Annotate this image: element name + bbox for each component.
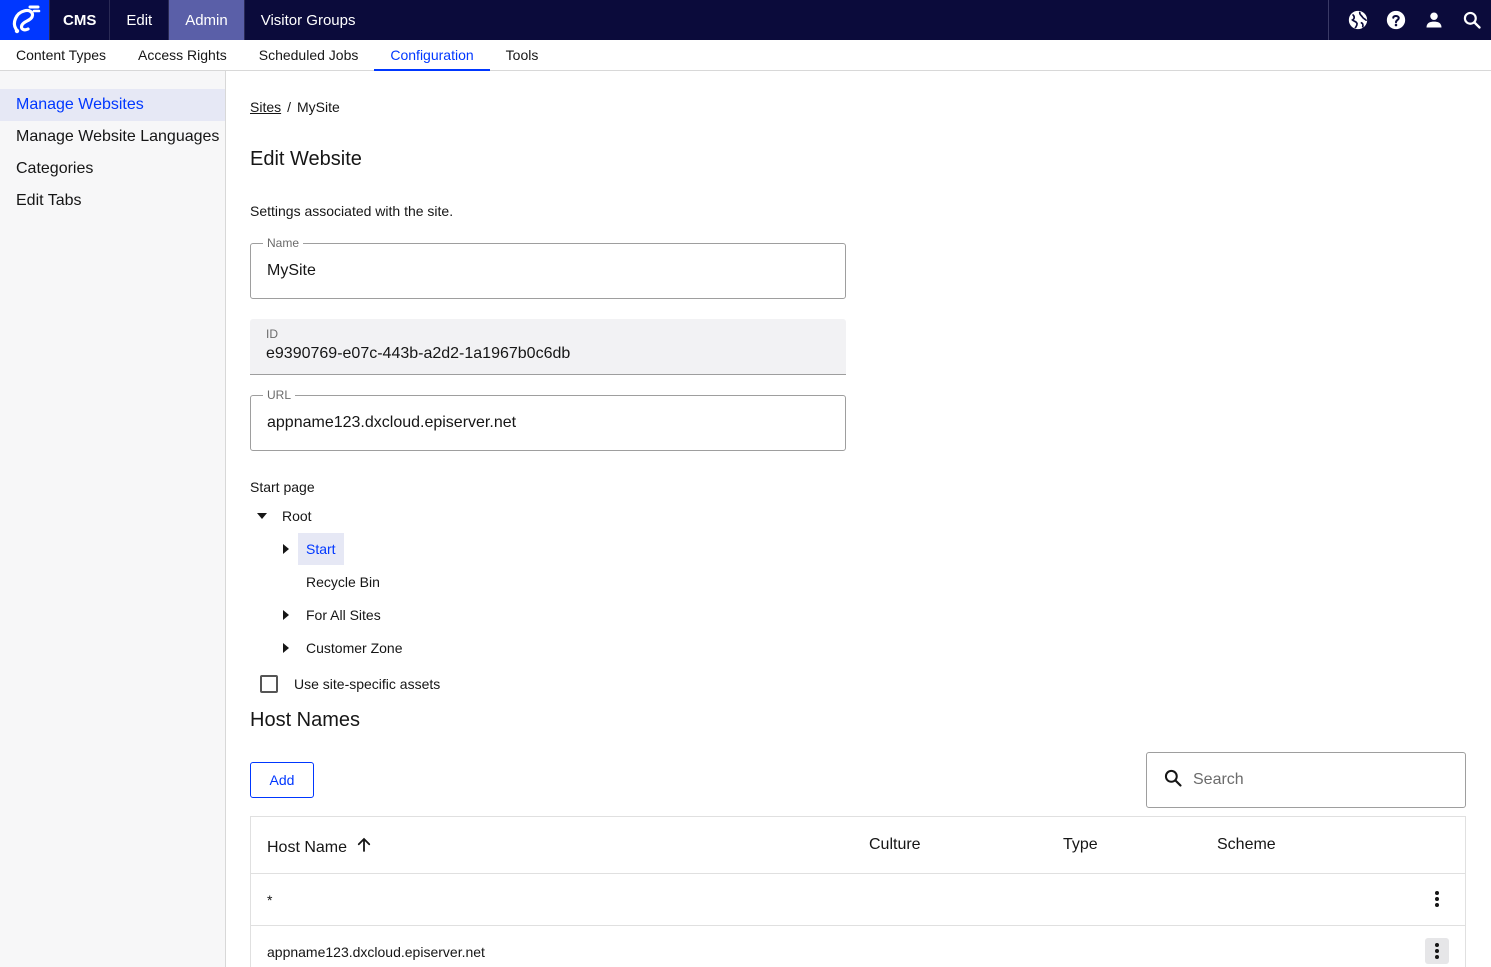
tree-node-label: Start xyxy=(298,533,344,565)
site-specific-assets-label: Use site-specific assets xyxy=(294,676,441,692)
arrow-up-icon[interactable] xyxy=(355,836,373,859)
optimizely-logo-icon[interactable] xyxy=(0,0,50,40)
tree-node-label: Customer Zone xyxy=(306,640,403,656)
user-icon[interactable] xyxy=(1415,0,1453,40)
breadcrumb-sites-link[interactable]: Sites xyxy=(250,99,281,115)
globe-icon[interactable] xyxy=(1339,0,1377,40)
table-row: appname123.dxcloud.episerver.net xyxy=(251,926,1465,967)
id-field-label: ID xyxy=(266,327,278,341)
tree-node-label: Root xyxy=(282,508,312,524)
tab-content-types[interactable]: Content Types xyxy=(0,40,122,70)
site-specific-assets-checkbox[interactable] xyxy=(260,675,278,693)
name-field[interactable]: Name MySite xyxy=(250,236,846,299)
host-names-table: Host Name Culture Type Scheme * appname1… xyxy=(250,816,1466,967)
page-description: Settings associated with the site. xyxy=(250,203,454,219)
sidebar: Manage Websites Manage Website Languages… xyxy=(0,71,226,967)
caret-right-icon[interactable] xyxy=(274,609,298,621)
nav-edit[interactable]: Edit xyxy=(110,0,170,40)
nav-cms[interactable]: CMS xyxy=(50,0,111,40)
tab-configuration[interactable]: Configuration xyxy=(374,40,490,71)
tree-node-label: Recycle Bin xyxy=(306,574,380,590)
start-page-label: Start page xyxy=(250,479,315,495)
sidebar-item-edit-tabs[interactable]: Edit Tabs xyxy=(0,185,225,217)
tree-node-customer-zone[interactable]: Customer Zone xyxy=(274,632,410,664)
sidebar-item-manage-websites[interactable]: Manage Websites xyxy=(0,89,225,121)
tab-scheduled-jobs[interactable]: Scheduled Jobs xyxy=(243,40,375,70)
url-field-value: appname123.dxcloud.episerver.net xyxy=(267,414,517,431)
admin-subnav: Content Types Access Rights Scheduled Jo… xyxy=(0,40,1491,71)
table-header: Host Name Culture Type Scheme xyxy=(251,817,1465,874)
table-row: * xyxy=(251,874,1465,926)
name-field-label: Name xyxy=(263,236,304,250)
site-specific-assets-row[interactable]: Use site-specific assets xyxy=(260,675,440,693)
host-name-cell: * xyxy=(267,892,273,908)
breadcrumb-separator: / xyxy=(287,99,292,115)
name-field-value: MySite xyxy=(267,262,316,279)
tree-node-recycle-bin[interactable]: Recycle Bin xyxy=(274,566,388,598)
tree-node-for-all-sites[interactable]: For All Sites xyxy=(274,599,389,631)
column-header-label: Host Name xyxy=(267,838,348,856)
tree-node-start[interactable]: Start xyxy=(274,533,344,565)
help-icon[interactable] xyxy=(1377,0,1415,40)
search-icon xyxy=(1163,768,1183,793)
tab-access-rights[interactable]: Access Rights xyxy=(122,40,243,70)
sidebar-item-categories[interactable]: Categories xyxy=(0,153,225,185)
breadcrumb-current: MySite xyxy=(297,99,340,115)
tab-tools[interactable]: Tools xyxy=(490,40,555,70)
id-field: ID e9390769-e07c-443b-a2d2-1a1967b0c6db xyxy=(250,319,846,375)
caret-right-icon[interactable] xyxy=(274,642,298,654)
url-field-label: URL xyxy=(263,388,296,402)
nav-admin[interactable]: Admin xyxy=(169,0,245,40)
add-host-button[interactable]: Add xyxy=(250,762,314,798)
breadcrumb: Sites / MySite xyxy=(250,99,340,115)
top-nav: CMS Edit Admin Visitor Groups xyxy=(50,0,372,40)
caret-right-icon[interactable] xyxy=(274,543,298,555)
more-options-icon[interactable] xyxy=(1425,938,1449,964)
top-icons xyxy=(1328,0,1491,40)
host-search-box[interactable] xyxy=(1146,752,1466,808)
tree-node-root[interactable]: Root xyxy=(250,500,320,532)
page-title: Edit Website xyxy=(250,148,362,170)
sidebar-item-manage-website-languages[interactable]: Manage Website Languages xyxy=(0,121,225,153)
id-field-value: e9390769-e07c-443b-a2d2-1a1967b0c6db xyxy=(266,345,571,362)
column-header-culture[interactable]: Culture xyxy=(869,836,921,854)
column-header-host-name[interactable]: Host Name xyxy=(267,836,373,859)
host-search-input[interactable] xyxy=(1193,771,1433,789)
nav-visitor-groups[interactable]: Visitor Groups xyxy=(245,0,372,40)
host-name-cell: appname123.dxcloud.episerver.net xyxy=(267,944,485,960)
search-icon[interactable] xyxy=(1453,0,1491,40)
column-header-type[interactable]: Type xyxy=(1063,836,1098,854)
url-field[interactable]: URL appname123.dxcloud.episerver.net xyxy=(250,388,846,451)
host-names-title: Host Names xyxy=(250,709,361,731)
top-bar: CMS Edit Admin Visitor Groups xyxy=(0,0,1491,40)
more-options-icon[interactable] xyxy=(1425,886,1449,912)
caret-down-icon[interactable] xyxy=(250,512,274,520)
tree-node-label: For All Sites xyxy=(306,607,381,623)
column-header-scheme[interactable]: Scheme xyxy=(1217,836,1276,854)
